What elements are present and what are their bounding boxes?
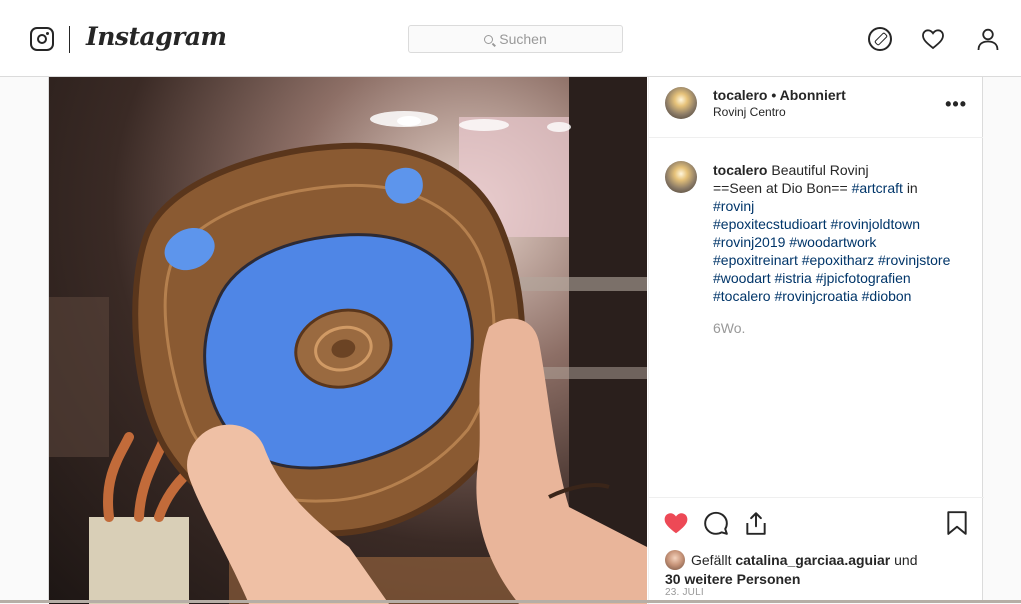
heart-activity-icon[interactable] xyxy=(921,27,945,51)
author-username[interactable]: tocalero xyxy=(713,87,767,103)
hashtag-link[interactable]: #rovinj2019 xyxy=(713,234,785,250)
caption-text: tocalero Beautiful Rovinj ==Seen at Dio … xyxy=(713,161,968,305)
hashtag-link[interactable]: #jpicfotografien xyxy=(816,270,911,286)
hashtag-link[interactable]: #rovinjoldtown xyxy=(831,216,921,232)
hashtag-link[interactable]: #epoxitharz xyxy=(802,252,874,268)
caption-text-1: Beautiful Rovinj xyxy=(771,162,869,178)
search-input[interactable]: Suchen xyxy=(408,25,623,53)
likes-summary: Gefällt catalina_garciaa.aguiar und 30 w… xyxy=(665,550,917,588)
instagram-wordmark[interactable]: Instagram xyxy=(86,22,227,51)
hashtag-link[interactable]: #rovinj xyxy=(713,198,754,214)
like-heart-icon[interactable] xyxy=(663,510,689,536)
hashtag-link[interactable]: #woodartwork xyxy=(789,234,876,250)
epoxy-wood-board-illustration xyxy=(49,77,647,604)
caption-timestamp[interactable]: 6Wo. xyxy=(713,320,968,336)
comment-bubble-icon[interactable] xyxy=(703,510,729,536)
more-options-icon[interactable]: ••• xyxy=(945,95,967,113)
post-sidebar: tocalero • Abonniert Rovinj Centro ••• t… xyxy=(648,77,984,604)
profile-icon[interactable] xyxy=(976,27,1000,51)
hashtag-link[interactable]: #artcraft xyxy=(852,180,903,196)
hashtag-link[interactable]: #tocalero xyxy=(713,288,771,304)
post-photo[interactable] xyxy=(49,77,647,604)
search-placeholder: Suchen xyxy=(499,31,547,47)
author-avatar[interactable] xyxy=(665,87,697,119)
hashtag-link[interactable]: #epoxitecstudioart xyxy=(713,216,827,232)
likes-prefix: Gefällt xyxy=(691,552,732,568)
likes-conj: und xyxy=(894,552,918,568)
caption-text-2: ==Seen at Dio Bon== xyxy=(713,180,848,196)
search-icon xyxy=(484,34,494,44)
post-actions: Gefällt catalina_garciaa.aguiar und 30 w… xyxy=(649,497,984,604)
logo-divider xyxy=(69,26,70,53)
separator-dot: • xyxy=(771,87,780,103)
caption-username[interactable]: tocalero xyxy=(713,162,767,178)
author-line: tocalero • Abonniert xyxy=(713,87,846,103)
liker-username[interactable]: catalina_garciaa.aguiar xyxy=(735,552,890,568)
hashtag-link[interactable]: #istria xyxy=(774,270,811,286)
post-header: tocalero • Abonniert Rovinj Centro ••• xyxy=(649,77,983,138)
likes-others-link[interactable]: 30 weitere Personen xyxy=(665,571,800,587)
share-upload-icon[interactable] xyxy=(743,510,769,536)
bookmark-save-icon[interactable] xyxy=(944,510,970,536)
compass-explore-icon[interactable] xyxy=(868,27,892,51)
post-date[interactable]: 23. JULI xyxy=(665,587,704,598)
follow-status[interactable]: Abonniert xyxy=(780,87,846,103)
top-navigation-bar: Instagram Suchen xyxy=(0,0,1021,77)
instagram-camera-icon[interactable] xyxy=(30,27,54,51)
hashtag-link[interactable]: #rovinjcroatia xyxy=(774,288,857,304)
hashtag-link[interactable]: #woodart xyxy=(713,270,771,286)
liker-avatar[interactable] xyxy=(665,550,685,570)
hashtag-link[interactable]: #rovinjstore xyxy=(878,252,950,268)
post-location[interactable]: Rovinj Centro xyxy=(713,105,786,119)
caption-text-in: in xyxy=(906,180,918,196)
post-card: tocalero • Abonniert Rovinj Centro ••• t… xyxy=(48,76,984,604)
hashtag-link[interactable]: #epoxitreinart xyxy=(713,252,798,268)
hashtag-link[interactable]: #diobon xyxy=(862,288,912,304)
caption-comment: tocalero Beautiful Rovinj ==Seen at Dio … xyxy=(649,139,984,336)
caption-avatar[interactable] xyxy=(665,161,697,193)
